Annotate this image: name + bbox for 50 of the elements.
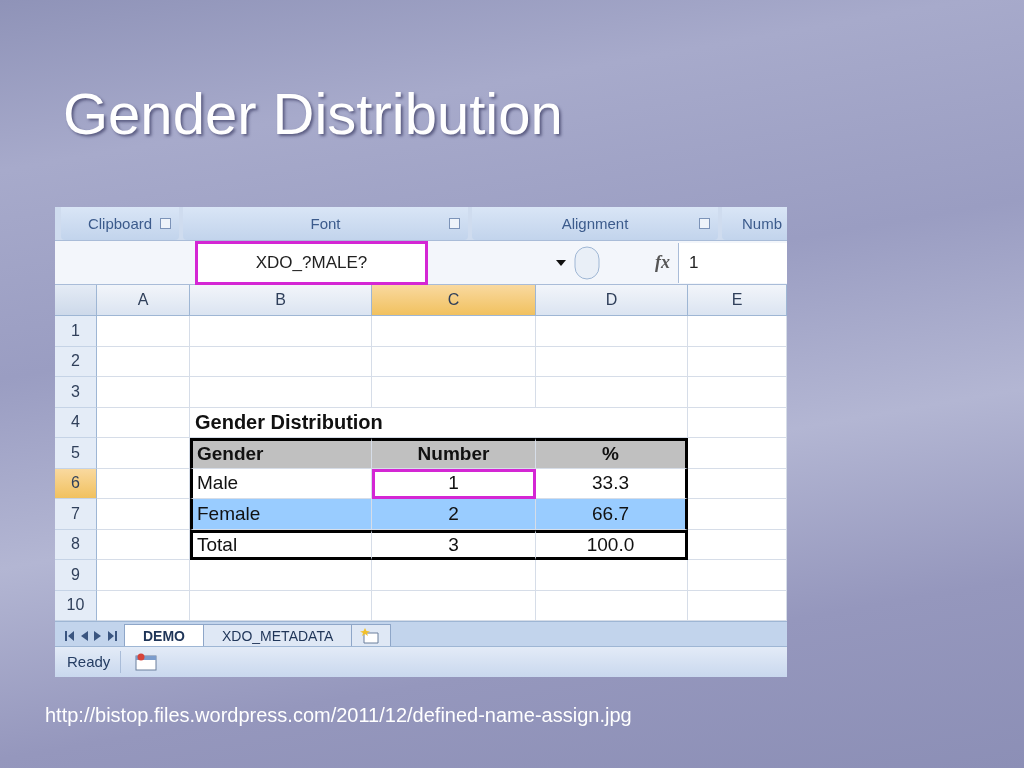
macro-record-icon[interactable] xyxy=(135,653,158,671)
row-header[interactable]: 1 xyxy=(55,316,97,347)
table-cell: Female xyxy=(190,499,372,530)
row-header[interactable]: 4 xyxy=(55,407,97,438)
slide-title: Gender Distribution xyxy=(63,80,564,148)
function-button[interactable]: fx xyxy=(655,252,670,273)
table-cell: Total xyxy=(190,529,372,560)
table-cell: 1 xyxy=(372,468,536,499)
row-header[interactable]: 7 xyxy=(55,499,97,530)
table-cell: % xyxy=(536,438,688,469)
name-box[interactable]: XDO_?MALE? xyxy=(195,240,428,285)
dialog-launcher-icon[interactable] xyxy=(160,218,171,229)
sheet-tab[interactable]: DEMO xyxy=(124,624,204,646)
column-header[interactable]: E xyxy=(688,285,787,316)
column-header[interactable]: B xyxy=(190,285,372,316)
ribbon-group-label: Clipboard xyxy=(87,215,153,232)
row-header[interactable]: 8 xyxy=(55,529,97,560)
column-header[interactable]: C xyxy=(372,285,536,316)
status-text: Ready xyxy=(55,651,122,673)
ribbon-group-label: Font xyxy=(310,215,341,232)
table-cell: Male xyxy=(190,468,372,499)
row-header[interactable]: 10 xyxy=(55,590,97,621)
table-cell: 66.7 xyxy=(536,499,688,530)
table-cell: 3 xyxy=(372,529,536,560)
row-header[interactable]: 3 xyxy=(55,377,97,408)
first-sheet-icon[interactable] xyxy=(65,631,74,641)
source-url: http://bistop.files.wordpress.com/2011/12/defined-name-assign.jpg xyxy=(45,704,633,727)
row-header[interactable]: 6 xyxy=(55,468,97,499)
sheet-tab[interactable]: XDO_METADATA xyxy=(203,624,353,646)
row-header[interactable]: 2 xyxy=(55,346,97,377)
table-cell: Gender xyxy=(190,438,372,469)
dialog-launcher-icon[interactable] xyxy=(449,218,460,229)
new-sheet-button[interactable] xyxy=(351,624,392,646)
table-cell: 100.0 xyxy=(536,529,688,560)
table-cell: 33.3 xyxy=(536,468,688,499)
last-sheet-icon[interactable] xyxy=(108,631,117,641)
dropdown-caret-icon[interactable] xyxy=(556,259,566,266)
row-header[interactable]: 5 xyxy=(55,438,97,469)
column-header[interactable]: D xyxy=(536,285,688,316)
next-sheet-icon[interactable] xyxy=(94,631,102,641)
dialog-launcher-icon[interactable] xyxy=(699,218,710,229)
ribbon-group-label: Numb xyxy=(742,215,782,232)
ribbon-group-label: Alignment xyxy=(561,215,629,232)
table-cell: Number xyxy=(372,438,536,469)
row-header[interactable]: 9 xyxy=(55,560,97,591)
table-cell: 2 xyxy=(372,499,536,530)
column-header[interactable]: A xyxy=(97,285,190,316)
previous-sheet-icon[interactable] xyxy=(80,631,88,641)
formula-bar-handle-icon[interactable] xyxy=(574,245,600,280)
formula-input[interactable]: 1 xyxy=(678,242,787,283)
